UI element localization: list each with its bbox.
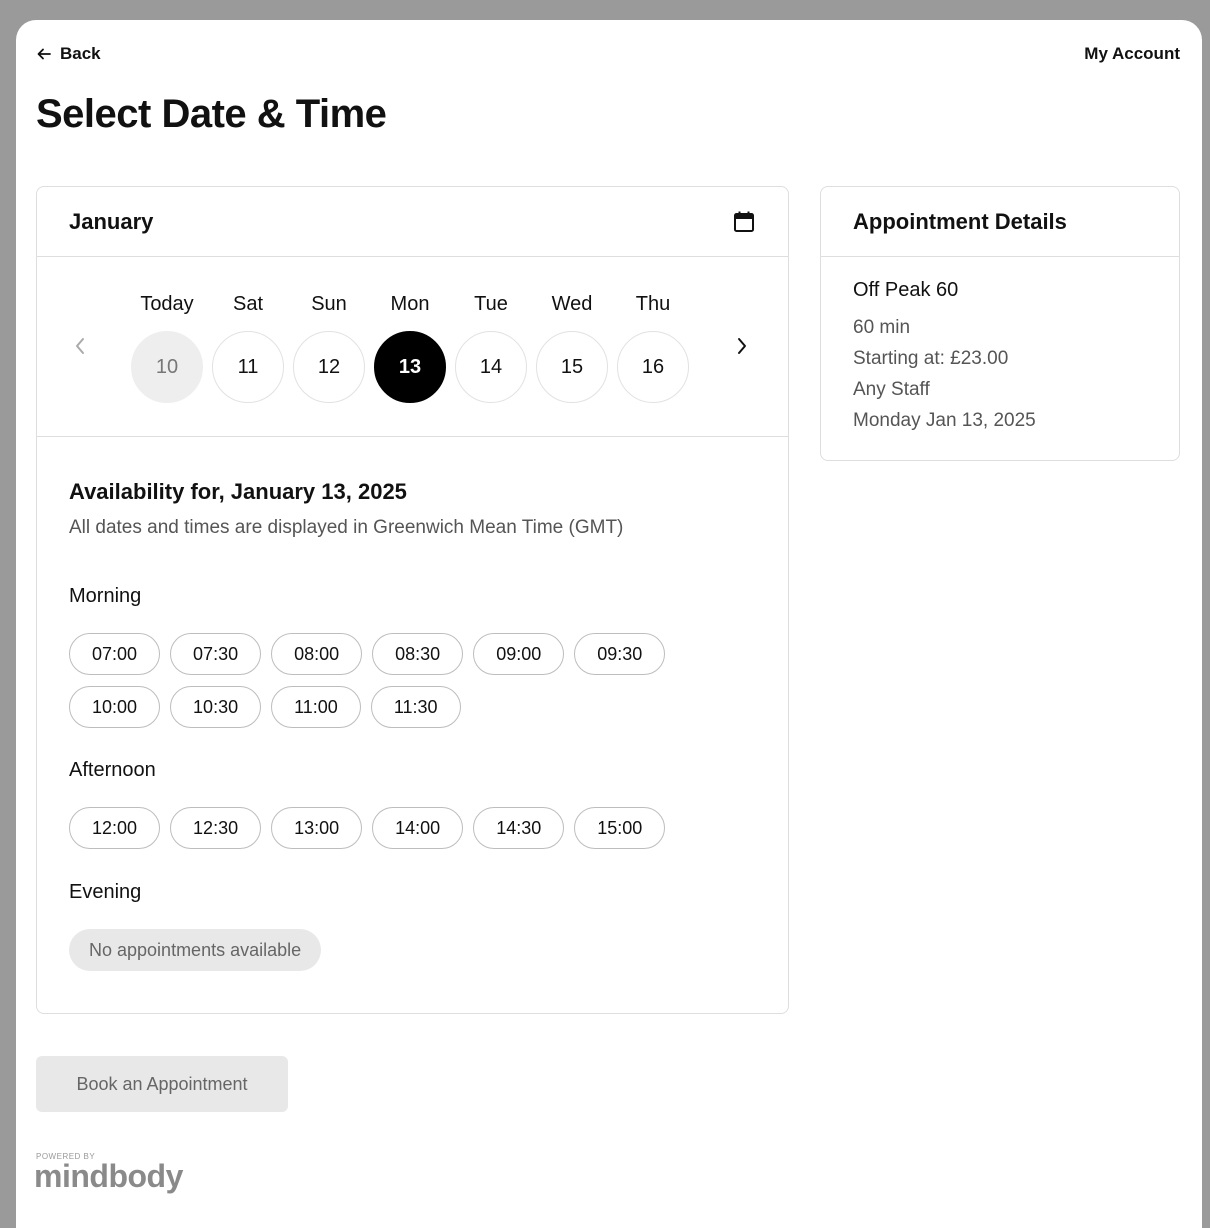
availability-title: Availability for, January 13, 2025 — [69, 479, 407, 504]
afternoon-slots: 12:00 12:30 13:00 14:00 14:30 15:00 — [69, 807, 729, 849]
time-slot-button[interactable]: 10:30 — [170, 686, 262, 728]
time-slot-button[interactable]: 08:00 — [271, 633, 363, 675]
day-number-button[interactable]: 16 — [617, 331, 689, 403]
day-name: Sun — [311, 293, 347, 315]
month-label: January — [69, 208, 154, 234]
day-15: Wed 15 — [536, 289, 608, 403]
evening-label: Evening — [69, 881, 142, 903]
book-appointment-button[interactable]: Book an Appointment — [36, 1056, 288, 1112]
service-date: Monday Jan 13, 2025 — [853, 410, 1036, 431]
service-price: Starting at: £23.00 — [853, 348, 1009, 369]
week-picker: Today 10 Sat 11 Sun 12 Mon 13 Tue 14 Wed 15 Thu 16 — [37, 257, 788, 437]
page-title: Select Date & Time — [36, 92, 387, 136]
morning-slots: 07:00 07:30 08:00 08:30 09:00 09:30 10:00 10:30… — [69, 633, 729, 728]
service-name: Off Peak 60 — [853, 279, 959, 301]
day-name: Mon — [390, 293, 430, 315]
time-slot-button[interactable]: 10:00 — [69, 686, 161, 728]
calendar-icon[interactable] — [732, 210, 756, 234]
time-slot-button[interactable]: 12:30 — [170, 807, 262, 849]
my-account-link[interactable]: My Account — [1084, 44, 1180, 64]
details-body: Off Peak 60 60 min Starting at: £23.00 A… — [821, 257, 1179, 436]
timezone-note: All dates and times are displayed in Gre… — [69, 517, 624, 538]
chevron-right-icon — [738, 338, 746, 354]
time-slot-button[interactable]: 15:00 — [574, 807, 666, 849]
day-number-button[interactable]: 12 — [293, 331, 365, 403]
availability-header: Availability for, January 13, 2025 All d… — [69, 479, 756, 539]
time-slot-button[interactable]: 11:00 — [271, 686, 361, 728]
time-slot-button[interactable]: 09:00 — [473, 633, 565, 675]
time-slot-button[interactable]: 14:30 — [473, 807, 565, 849]
next-week-button[interactable] — [729, 333, 755, 359]
chevron-left-icon — [76, 338, 84, 354]
day-number-button[interactable]: 10 — [131, 331, 203, 403]
day-number-button[interactable]: 11 — [212, 331, 284, 403]
no-appointments-badge: No appointments available — [69, 929, 322, 971]
day-14: Tue 14 — [455, 289, 527, 403]
day-name: Wed — [551, 293, 593, 315]
day-11: Sat 11 — [212, 289, 284, 403]
time-slot-button[interactable]: 12:00 — [69, 807, 161, 849]
day-number-button[interactable]: 15 — [536, 331, 608, 403]
booking-page: Back My Account Select Date & Time Janua… — [16, 20, 1202, 1228]
day-10: Today 10 — [131, 289, 203, 403]
back-link[interactable]: Back — [36, 44, 101, 64]
day-list: Today 10 Sat 11 Sun 12 Mon 13 Tue 14 Wed 15 Thu 16 — [131, 289, 689, 403]
day-name: Sat — [232, 293, 264, 315]
mindbody-logo: mindbody — [34, 1158, 183, 1194]
time-slot-button[interactable]: 13:00 — [271, 807, 363, 849]
appointment-details-card: Appointment Details Off Peak 60 60 min S… — [820, 186, 1180, 461]
day-name: Today — [140, 293, 194, 315]
time-slot-button[interactable]: 08:30 — [372, 633, 464, 675]
day-16: Thu 16 — [617, 289, 689, 403]
time-slot-button[interactable]: 07:00 — [69, 633, 161, 675]
time-slot-button[interactable]: 09:30 — [574, 633, 666, 675]
service-duration: 60 min — [853, 317, 911, 338]
arrow-left-icon — [37, 48, 51, 60]
time-slot-button[interactable]: 14:00 — [372, 807, 464, 849]
back-label: Back — [60, 44, 101, 63]
day-12: Sun 12 — [293, 289, 365, 403]
previous-week-button[interactable] — [67, 333, 93, 359]
day-13: Mon 13 — [374, 289, 446, 403]
day-name: Tue — [474, 293, 508, 315]
time-slot-button[interactable]: 07:30 — [170, 633, 262, 675]
morning-label: Morning — [69, 585, 142, 607]
date-time-card: January Today 10 Sat 11 Sun 12 Mon 13 Tue 14 Wed 15… — [36, 186, 789, 1014]
day-number-button[interactable]: 13 — [374, 331, 446, 403]
service-staff: Any Staff — [853, 379, 930, 400]
day-name: Thu — [635, 293, 671, 315]
calendar-header: January — [37, 187, 788, 257]
details-title: Appointment Details — [821, 187, 1179, 257]
top-bar: Back My Account — [36, 42, 1180, 66]
day-number-button[interactable]: 14 — [455, 331, 527, 403]
afternoon-label: Afternoon — [69, 759, 156, 781]
time-slot-button[interactable]: 11:30 — [370, 686, 461, 728]
